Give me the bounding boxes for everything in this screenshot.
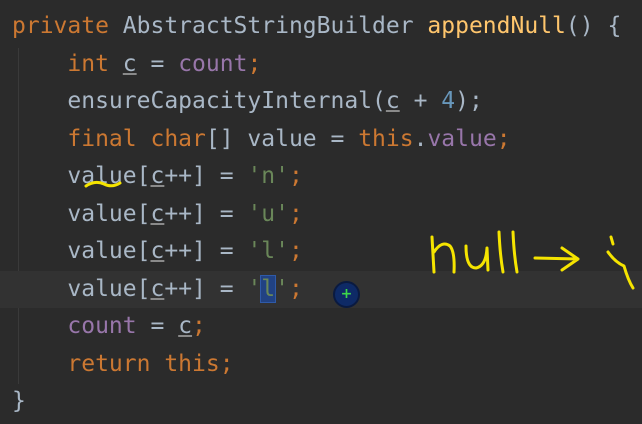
- code-token: this: [358, 125, 414, 152]
- code-token: .: [413, 125, 428, 152]
- code-token: ;: [288, 238, 303, 264]
- code-line[interactable]: return this;: [0, 346, 642, 383]
- code-token: ;: [289, 275, 303, 302]
- code-token: ensureCapacityInternal(: [12, 88, 386, 114]
- code-token: ;: [247, 50, 262, 77]
- code-token: value[: [12, 238, 151, 264]
- code-token: return this: [67, 350, 220, 377]
- code-token: +: [399, 88, 442, 114]
- code-token: value: [427, 125, 497, 152]
- code-token: ++] =: [164, 200, 248, 227]
- code-token: c: [122, 50, 137, 77]
- code-token: value[: [12, 200, 151, 227]
- code-token: =: [136, 50, 179, 77]
- code-token: () {: [565, 13, 622, 39]
- code-token: int: [67, 50, 123, 77]
- code-token: 4: [441, 88, 456, 114]
- code-line[interactable]: count = c;: [0, 308, 642, 345]
- code-token: 'u': [247, 200, 289, 227]
- selected-token: l: [260, 274, 277, 303]
- code-token: }: [12, 388, 26, 414]
- plus-icon: +: [340, 286, 353, 302]
- code-line[interactable]: int c = count;: [0, 46, 642, 83]
- code-line[interactable]: private AbstractStringBuilder appendNull…: [0, 8, 642, 45]
- code-line[interactable]: final char[] value = this.value;: [0, 121, 642, 158]
- code-token: ;: [219, 350, 234, 377]
- code-token: );: [455, 88, 483, 114]
- code-token: =: [136, 313, 179, 339]
- code-token: c: [150, 238, 165, 264]
- code-token: ': [247, 275, 262, 302]
- code-token: ;: [192, 313, 206, 339]
- code-line[interactable]: value[c++] = 'n';: [0, 158, 642, 195]
- code-line[interactable]: value[c++] = 'l';: [0, 233, 642, 270]
- code-token: count: [67, 313, 137, 339]
- code-line[interactable]: value[c++] = 'u';: [0, 196, 642, 233]
- code-token: c: [150, 200, 165, 227]
- code-token: ;: [496, 125, 511, 152]
- code-line[interactable]: ensureCapacityInternal(c + 4);: [0, 83, 642, 120]
- code-token: appendNull: [427, 13, 566, 39]
- code-token: ;: [288, 200, 303, 227]
- code-line[interactable]: }: [0, 383, 642, 420]
- code-token: AbstractStringBuilder: [122, 13, 428, 39]
- code-token: final char: [67, 125, 206, 152]
- code-token: ++] =: [164, 163, 248, 189]
- code-token: ++] =: [164, 275, 248, 302]
- code-token: c: [178, 313, 193, 339]
- mouse-cursor-indicator: +: [333, 281, 360, 308]
- code-token: ;: [288, 163, 303, 189]
- code-token: value[: [12, 163, 151, 189]
- code-token: value[: [12, 275, 151, 302]
- code-token: c: [150, 163, 165, 189]
- code-line[interactable]: value[c++] = 'l';: [0, 270, 642, 308]
- code-editor[interactable]: private AbstractStringBuilder appendNull…: [0, 0, 642, 424]
- code-token: c: [385, 88, 400, 114]
- code-token: c: [150, 275, 165, 302]
- code-token: ': [275, 275, 290, 302]
- code-token: 'n': [247, 163, 289, 189]
- code-token: [] value =: [205, 125, 359, 152]
- code-token: count: [178, 50, 248, 77]
- code-token: private: [12, 13, 123, 39]
- code-token: 'l': [247, 238, 289, 264]
- code-token: ++] =: [164, 238, 248, 264]
